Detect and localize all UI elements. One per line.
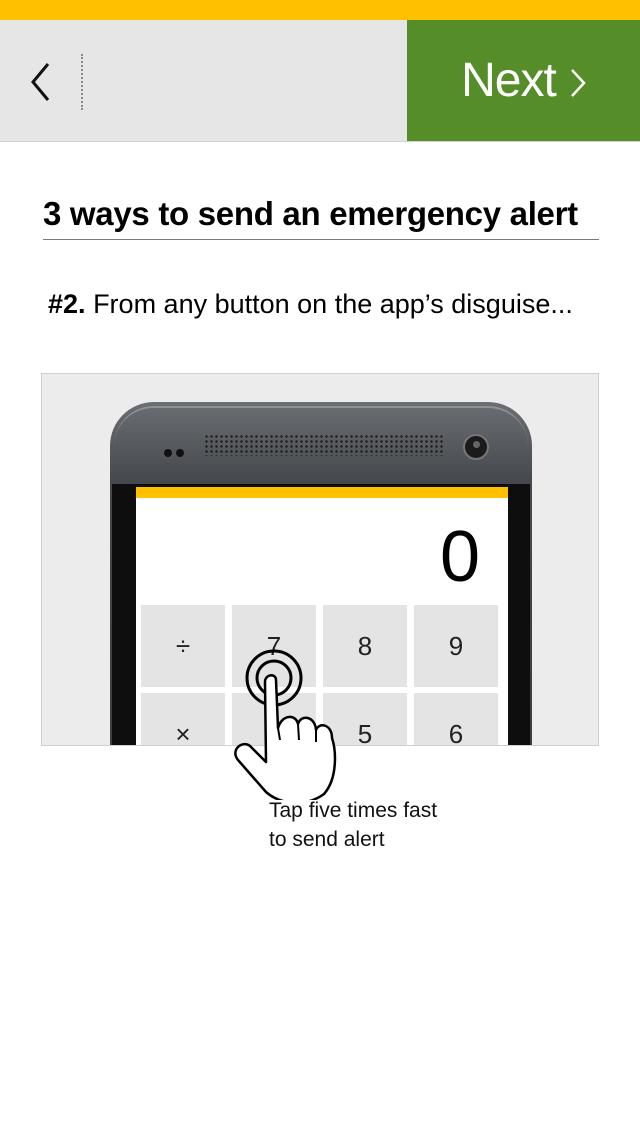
- tap-hand-icon: [234, 649, 337, 800]
- step-description: #2. From any button on the app’s disguis…: [48, 286, 573, 322]
- page-title: 3 ways to send an emergency alert: [43, 193, 599, 240]
- step-number: #2.: [48, 289, 86, 319]
- sensor-dots: [164, 444, 188, 462]
- speaker-grill: [204, 434, 444, 456]
- back-button[interactable]: [18, 52, 62, 112]
- header-bar: Next: [0, 20, 640, 142]
- key-divide: ÷: [141, 605, 225, 687]
- next-button[interactable]: Next: [407, 20, 640, 141]
- top-accent-stripe: [0, 0, 640, 20]
- tap-caption: Tap five times fast to send alert: [269, 796, 437, 854]
- chevron-right-icon: [570, 68, 586, 97]
- key-9: 9: [414, 605, 498, 687]
- header-divider: [81, 54, 83, 110]
- chevron-left-icon: [31, 63, 50, 101]
- caption-line-2: to send alert: [269, 828, 385, 851]
- key-multiply: ×: [141, 693, 225, 745]
- next-label: Next: [461, 54, 557, 107]
- step-text: From any button on the app’s disguise...: [93, 289, 573, 319]
- camera-icon: [463, 434, 489, 460]
- caption-line-1: Tap five times fast: [269, 799, 438, 822]
- screen-accent-bar: [136, 487, 508, 498]
- calculator-display: 0: [439, 517, 480, 597]
- key-6: 6: [414, 693, 498, 745]
